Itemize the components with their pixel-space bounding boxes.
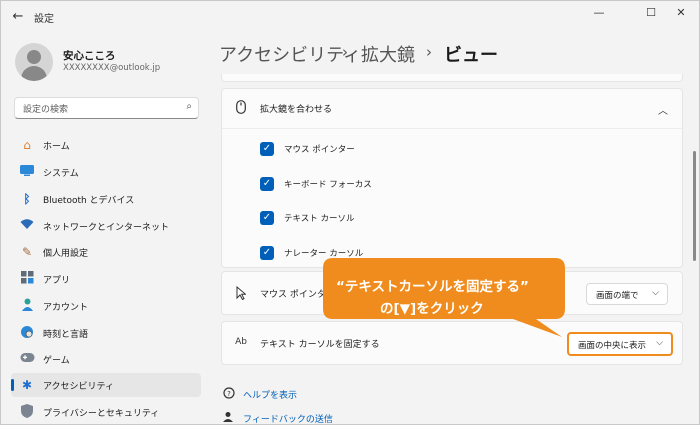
callout-bubble xyxy=(323,258,565,337)
settings-window: ← 設定 — ☐ ✕ 安心こころ XXXXXXXX@outlook.jp 設定の… xyxy=(0,0,700,425)
callout-line1: “テキストカーソルを固定する” xyxy=(336,279,529,295)
callout-line2: の[▼]をクリック xyxy=(380,301,484,317)
